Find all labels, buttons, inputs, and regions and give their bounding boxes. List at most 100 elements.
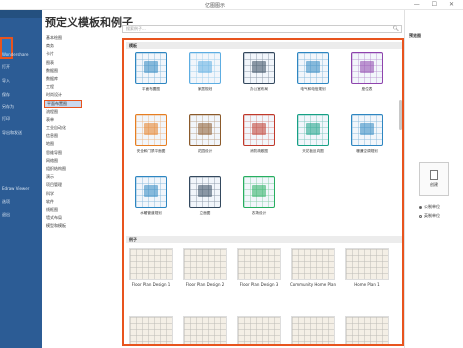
category-item[interactable]: 地图 — [44, 140, 124, 148]
example-label: Community Home Plan — [289, 282, 336, 287]
category-item[interactable]: 信息图 — [44, 132, 124, 140]
template-tile[interactable]: 消防疏散图 — [234, 114, 284, 154]
template-tile[interactable]: 平面布置图 — [126, 52, 176, 92]
ceiling-plan-icon — [297, 114, 329, 146]
example-label: Floor Plan Design 1 — [131, 282, 171, 287]
category-item[interactable]: 墙式布局 — [44, 214, 124, 222]
example-tile[interactable]: Floor Plan Design 2 — [178, 248, 232, 288]
preview-title: 预览图 — [409, 33, 421, 38]
seating-chart-icon — [351, 52, 383, 84]
template-tile[interactable]: 水暖管道规划 — [126, 176, 176, 216]
category-item[interactable]: 软件 — [44, 198, 124, 206]
category-item[interactable]: 时尚设计 — [44, 91, 124, 99]
example-tile[interactable] — [178, 316, 232, 344]
window-title: 亿图图示 — [205, 3, 226, 9]
hvac-plan-icon — [351, 114, 383, 146]
elevation-icon — [189, 176, 221, 208]
category-item[interactable]: 数据图 — [44, 67, 124, 75]
example-thumbnail — [345, 316, 389, 344]
template-tile[interactable]: 座位表 — [342, 52, 392, 92]
example-label: Floor Plan Design 2 — [185, 282, 225, 287]
category-item[interactable]: 组织结构图 — [44, 165, 124, 173]
create-button[interactable]: 创建 — [419, 162, 449, 196]
electrical-plan-icon — [297, 52, 329, 84]
template-tile[interactable]: 暖通空调规划 — [342, 114, 392, 154]
template-tile[interactable]: 办公室布局 — [234, 52, 284, 92]
example-tile[interactable]: Floor Plan Design 1 — [124, 248, 178, 288]
category-item[interactable]: 工业自动化 — [44, 124, 124, 132]
template-label: 办公室布局 — [250, 87, 268, 91]
unit-option-imperial[interactable]: 英制单位 — [419, 213, 440, 219]
example-tile[interactable] — [340, 316, 394, 344]
example-thumbnail — [237, 316, 281, 344]
category-item[interactable]: 模型和模板 — [44, 222, 124, 230]
template-label: 暖通空调规划 — [356, 149, 378, 153]
category-item[interactable]: 网络图 — [44, 157, 124, 165]
template-label: 水暖管道规划 — [140, 211, 162, 215]
example-tile[interactable]: Home Plan 1 — [340, 248, 394, 288]
floorplan-icon — [135, 52, 167, 84]
category-item[interactable]: 表单 — [44, 116, 124, 124]
radio-icon[interactable] — [419, 205, 422, 209]
example-label: Home Plan 1 — [354, 282, 380, 287]
category-item[interactable]: 图表 — [44, 59, 124, 67]
category-item[interactable]: 卡片 — [44, 50, 124, 58]
template-label: 安全和门禁平面图 — [136, 149, 166, 153]
example-tile[interactable] — [232, 316, 286, 344]
example-label: Floor Plan Design 3 — [239, 282, 279, 287]
template-tile[interactable]: 安全和门禁平面图 — [126, 114, 176, 154]
title-bar: 亿图图示 — ☐ ✕ — [0, 0, 463, 10]
category-item[interactable]: 平面布置图 — [44, 99, 82, 108]
template-tile[interactable]: 花园设计 — [180, 114, 230, 154]
category-item[interactable]: 科学 — [44, 190, 124, 198]
template-tile[interactable]: 电气和电信规划 — [288, 52, 338, 92]
category-item[interactable]: 基本绘图 — [44, 34, 124, 42]
category-item[interactable]: 项目管理 — [44, 181, 124, 189]
sidebar-item[interactable]: 导入 — [2, 78, 10, 84]
category-item[interactable]: 思维导图 — [44, 149, 124, 157]
example-thumbnail — [345, 248, 389, 280]
gallery-scrollbar[interactable] — [399, 100, 402, 130]
file-menu-sidebar: Wondershare 打开导入保存另存为打印导出和发送 Edraw Viewer 选… — [0, 10, 42, 348]
template-tile[interactable]: 立面图 — [180, 176, 230, 216]
example-tile[interactable] — [124, 316, 178, 344]
sidebar-item[interactable]: Wondershare — [2, 52, 28, 57]
sidebar-item[interactable]: Edraw Viewer — [2, 186, 29, 191]
sidebar-item[interactable]: 保存 — [2, 92, 10, 98]
category-item[interactable]: 工程 — [44, 83, 124, 91]
template-tile[interactable]: 家居规划 — [180, 52, 230, 92]
radio-icon[interactable] — [419, 214, 422, 218]
unit-option-metric[interactable]: 公制单位 — [419, 204, 440, 210]
sidebar-item[interactable]: 退出 — [2, 212, 10, 218]
search-input[interactable]: 搜索例子... 🔍︎ — [122, 25, 402, 33]
category-item[interactable]: 演示 — [44, 173, 124, 181]
home-plan-icon — [189, 52, 221, 84]
sidebar-item[interactable]: 另存为 — [2, 104, 14, 110]
sidebar-item[interactable]: 导出和发送 — [2, 130, 22, 136]
template-tile[interactable]: 农场设计 — [234, 176, 284, 216]
category-item[interactable]: 商务 — [44, 42, 124, 50]
template-label: 农场设计 — [251, 211, 267, 215]
example-tile[interactable] — [286, 316, 340, 344]
template-gallery: 模板 平面布置图 家居规划 办公室布局 电气和电信规划 座位表 安全和门禁平面图 花园设计 消… — [122, 38, 404, 346]
examples-section-header: 例子 — [126, 236, 402, 243]
template-label: 家居规划 — [197, 87, 213, 91]
search-placeholder: 搜索例子... — [126, 26, 146, 31]
sidebar-item[interactable]: 打印 — [2, 116, 10, 122]
category-item[interactable]: 数据库 — [44, 75, 124, 83]
example-thumbnail — [291, 316, 335, 344]
category-item[interactable]: 流程图 — [44, 108, 124, 116]
window-controls[interactable]: — ☐ ✕ — [414, 1, 459, 8]
option-label: 公制单位 — [424, 204, 440, 209]
plumbing-plan-icon — [135, 176, 167, 208]
search-icon[interactable]: 🔍︎ — [393, 26, 399, 32]
example-thumbnail — [183, 316, 227, 344]
example-tile[interactable]: Floor Plan Design 3 — [232, 248, 286, 288]
sidebar-item[interactable]: 选项 — [2, 199, 10, 205]
template-tile[interactable]: 天花板反向图 — [288, 114, 338, 154]
category-item[interactable]: 线框图 — [44, 206, 124, 214]
category-list: 基本绘图 商务 卡片 图表 数据图 数据库 工程 时尚设计 平面布置图 流程图 表单 工业自动化 信息图… — [44, 34, 124, 231]
sidebar-item[interactable]: 打开 — [2, 64, 10, 70]
example-tile[interactable]: Community Home Plan — [286, 248, 340, 288]
example-thumbnail — [129, 248, 173, 280]
